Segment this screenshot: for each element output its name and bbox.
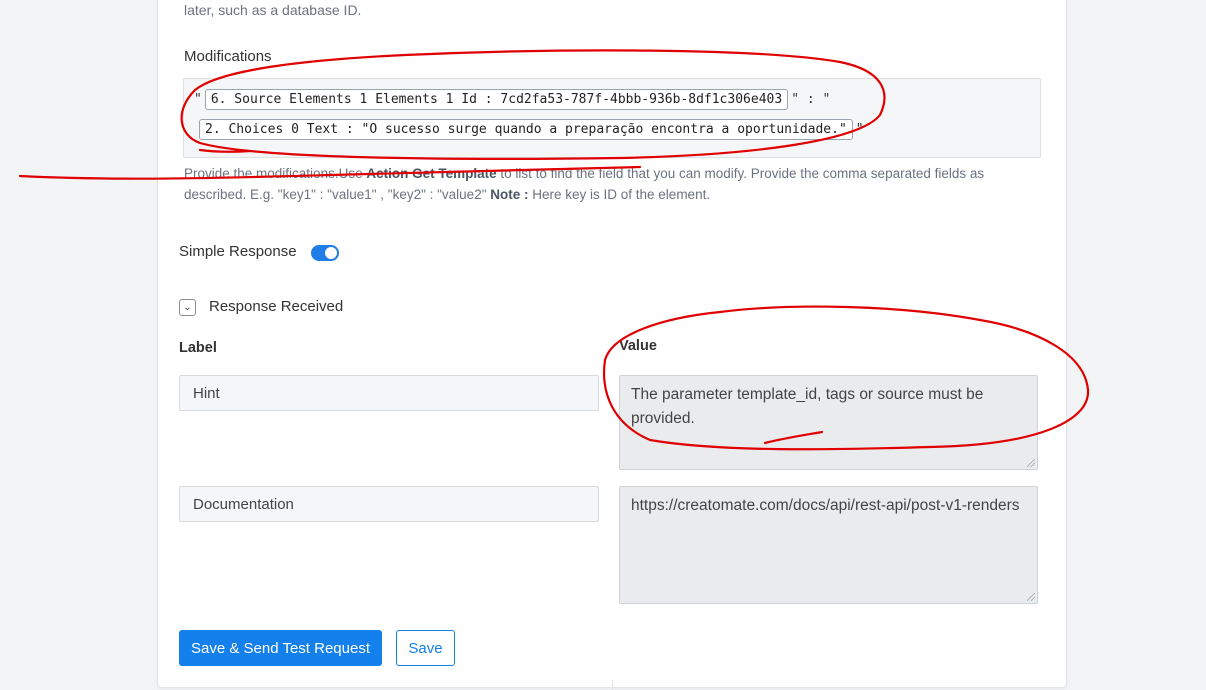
- documentation-value-text: https://creatomate.com/docs/api/rest-api…: [631, 497, 1020, 514]
- value-column-header: Value: [619, 338, 657, 354]
- modification-chip[interactable]: 6. Source Elements 1 Elements 1 Id : 7cd…: [204, 89, 789, 110]
- note-label: Note :: [490, 187, 529, 202]
- field-help-text: later, such as a database ID.: [184, 2, 362, 18]
- simple-response-toggle[interactable]: [311, 245, 339, 261]
- modification-chip[interactable]: 2. Choices 0 Text : "O sucesso surge qua…: [199, 119, 853, 140]
- modifications-label: Modifications: [184, 48, 272, 65]
- hint-value-text: The parameter template_id, tags or sourc…: [631, 386, 984, 427]
- save-button[interactable]: Save: [396, 630, 455, 666]
- modification-line: " 6. Source Elements 1 Elements 1 Id : 7…: [194, 89, 830, 110]
- response-received-toggle[interactable]: ⌄: [179, 299, 196, 316]
- label-column-header: Label: [179, 340, 217, 356]
- resize-grip-icon[interactable]: [1027, 593, 1035, 601]
- modifications-input[interactable]: " 6. Source Elements 1 Elements 1 Id : 7…: [183, 78, 1041, 158]
- hint-value-textarea[interactable]: The parameter template_id, tags or sourc…: [619, 375, 1038, 470]
- column-divider: [612, 680, 613, 690]
- action-get-template-text: Action Get Template: [366, 166, 497, 181]
- chevron-down-icon: ⌄: [183, 301, 192, 313]
- documentation-label-field[interactable]: Documentation: [179, 486, 599, 522]
- modifications-help-text: Provide the modifications.Use Action Get…: [184, 166, 985, 202]
- hint-label-field[interactable]: Hint: [179, 375, 599, 411]
- toggle-knob: [325, 247, 337, 259]
- response-received-label: Response Received: [209, 298, 344, 315]
- form-card: later, such as a database ID. Modificati…: [157, 0, 1067, 690]
- documentation-value-textarea[interactable]: https://creatomate.com/docs/api/rest-api…: [619, 486, 1038, 604]
- save-send-test-request-button[interactable]: Save & Send Test Request: [179, 630, 382, 666]
- modification-line: 2. Choices 0 Text : "O sucesso surge qua…: [196, 119, 864, 140]
- simple-response-label: Simple Response: [179, 243, 297, 260]
- resize-grip-icon[interactable]: [1027, 459, 1035, 467]
